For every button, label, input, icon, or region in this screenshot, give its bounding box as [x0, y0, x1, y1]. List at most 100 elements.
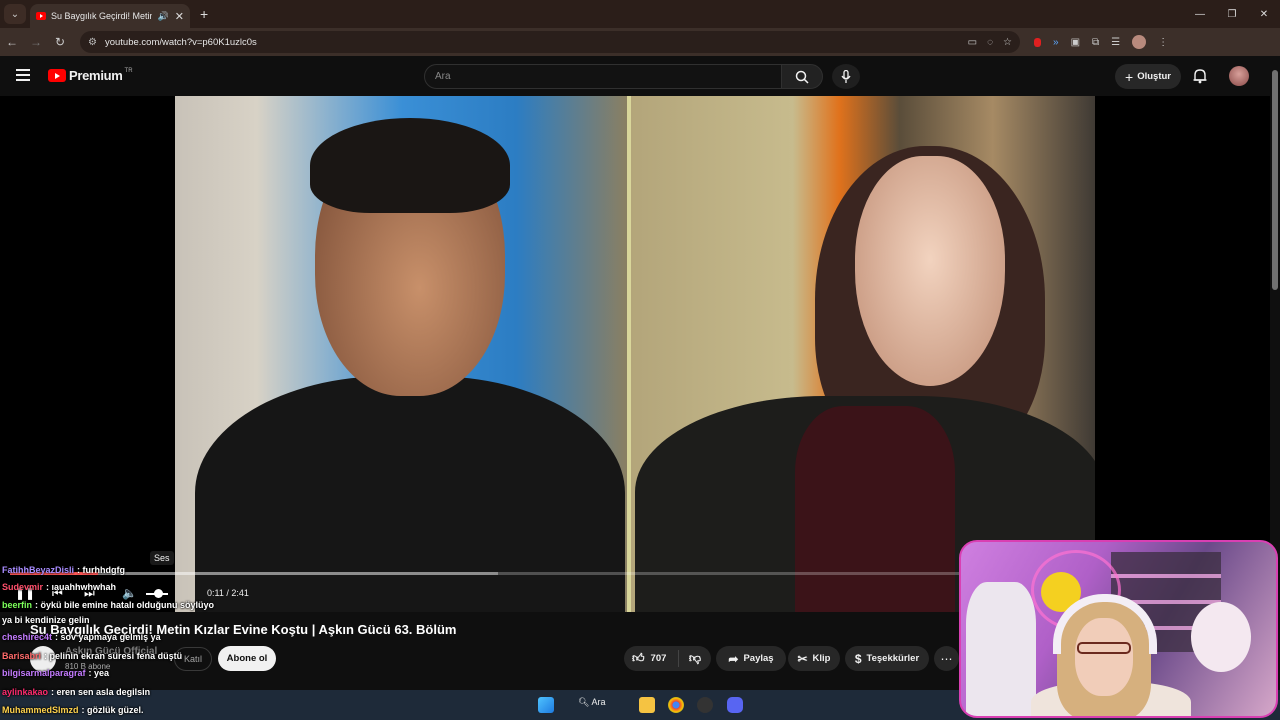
- time-display: 0:11 / 2:41: [207, 588, 249, 598]
- chat-username: aylinkakao: [2, 687, 49, 697]
- new-tab-button[interactable]: +: [200, 6, 208, 22]
- like-button[interactable]: 👍︎ 707: [624, 650, 679, 667]
- browser-tab-bar: ⌄ Su Baygılık Geçirdi! Metin K 🔊 ✕ + — ❐…: [0, 0, 1280, 28]
- translate-extension-icon[interactable]: »: [1053, 37, 1059, 48]
- search-icon: [795, 70, 809, 84]
- chat-message: beerfin: öykü bile emine hatalı olduğunu…: [2, 600, 215, 610]
- url-text: youtube.com/watch?v=p60K1uzlc0s: [104, 36, 257, 48]
- video-person-woman-top: [795, 406, 955, 612]
- minimize-icon[interactable]: —: [1184, 9, 1216, 20]
- site-info-icon[interactable]: ⚙: [88, 37, 97, 48]
- youtube-header: Premium TR Ara + Oluştur: [0, 56, 1280, 96]
- omnibox[interactable]: ⚙ youtube.com/watch?v=p60K1uzlc0s ▭ ◌ ☆: [80, 31, 1020, 53]
- install-app-icon[interactable]: ▭: [968, 37, 977, 48]
- windows-start-icon[interactable]: [538, 697, 554, 713]
- chat-text: furhhdgfg: [82, 565, 126, 575]
- microphone-icon: [841, 69, 851, 83]
- profile-icon[interactable]: [1132, 35, 1147, 49]
- eye-off-icon[interactable]: ◌: [987, 37, 993, 48]
- extension-icon[interactable]: ▣: [1071, 37, 1080, 48]
- subscribe-button[interactable]: Abone ol: [218, 646, 276, 671]
- chat-text: sov yapmaya gelmiş ya: [60, 632, 161, 642]
- account-avatar[interactable]: [1229, 66, 1249, 86]
- discord-icon[interactable]: [727, 697, 743, 713]
- chat-username: Sudevmir: [2, 582, 44, 592]
- share-label: Paylaş: [743, 653, 774, 664]
- scissors-icon: ✂: [797, 651, 808, 666]
- chat-message: Sudevmir: ıauahhwhwhah: [2, 582, 117, 592]
- webcam-unicorn-plush: [1191, 602, 1251, 672]
- back-icon[interactable]: ←: [0, 35, 24, 49]
- share-button[interactable]: ➦ Paylaş: [716, 646, 786, 671]
- youtube-favicon-icon: [36, 12, 46, 20]
- notifications-bell-icon[interactable]: [1193, 68, 1207, 84]
- window-controls: — ❐ ✕: [1184, 0, 1280, 28]
- plus-icon: +: [1125, 68, 1134, 85]
- scrollbar-thumb[interactable]: [1272, 70, 1278, 290]
- extensions-area: » ▣ ⧉ ☰ ⋮: [1034, 35, 1168, 49]
- create-label: Oluştur: [1137, 71, 1171, 82]
- thumbs-down-icon: 👎︎: [688, 651, 702, 665]
- streamer-webcam: [959, 540, 1278, 718]
- country-code: TR: [124, 67, 133, 74]
- recording-extension-icon[interactable]: [1034, 37, 1041, 47]
- volume-tooltip: Ses: [150, 551, 174, 565]
- bookmark-star-icon[interactable]: ☆: [1003, 37, 1012, 48]
- create-button[interactable]: + Oluştur: [1115, 64, 1181, 89]
- search-placeholder: Ara: [435, 71, 451, 82]
- media-control-icon[interactable]: ☰: [1111, 37, 1120, 48]
- tab-close-icon[interactable]: ✕: [175, 10, 184, 23]
- obs-icon[interactable]: [697, 697, 713, 713]
- file-explorer-icon[interactable]: [639, 697, 655, 713]
- tab-search-button[interactable]: ⌄: [4, 4, 26, 24]
- hamburger-menu-icon[interactable]: [16, 69, 30, 81]
- chat-message: cheshirec4t: sov yapmaya gelmiş ya: [2, 632, 161, 642]
- browser-menu-icon[interactable]: ⋮: [1158, 37, 1168, 48]
- chat-message: bilgisarmalparagraf: yea: [2, 668, 110, 678]
- thanks-button[interactable]: $ Teşekkürler: [845, 646, 929, 671]
- chat-text: yea: [94, 668, 110, 678]
- chat-message: MuhammedSlmzd: gözlük güzel.: [2, 705, 144, 715]
- forward-icon[interactable]: →: [24, 35, 48, 49]
- clip-button[interactable]: ✂ Klip: [788, 646, 840, 671]
- split-screen-divider: [627, 96, 631, 612]
- video-player[interactable]: [0, 96, 1270, 612]
- chrome-icon[interactable]: [668, 697, 684, 713]
- chat-username: bilgisarmalparagraf: [2, 668, 86, 678]
- video-person-man-body: [195, 376, 625, 612]
- more-horizontal-icon: ⋯: [940, 651, 953, 666]
- youtube-logo[interactable]: Premium TR: [48, 68, 133, 83]
- more-actions-button[interactable]: ⋯: [934, 646, 959, 671]
- reload-icon[interactable]: ↻: [48, 35, 72, 49]
- super-thanks-icon: $: [854, 651, 862, 666]
- chat-text: öykü bile emine hatalı olduğunu söylüyo: [40, 600, 215, 610]
- puzzle-icon[interactable]: ⧉: [1092, 37, 1099, 48]
- search-input[interactable]: Ara: [424, 64, 782, 89]
- search-button[interactable]: [781, 64, 823, 89]
- voice-search-button[interactable]: [832, 64, 860, 89]
- webcam-chair: [966, 582, 1036, 716]
- tab-audio-icon[interactable]: 🔊: [158, 11, 169, 22]
- chat-message: FatihhBeyazDisli: furhhdgfg: [2, 565, 126, 575]
- volume-icon[interactable]: 🔈: [122, 586, 137, 600]
- share-icon: ➦: [728, 651, 739, 666]
- restore-icon[interactable]: ❐: [1216, 9, 1248, 20]
- video-person-woman-face: [855, 156, 1005, 386]
- chat-text: pelinin ekran süresi fena düştü: [49, 651, 183, 661]
- chat-text: ıauahhwhwhah: [51, 582, 117, 592]
- like-count: 707: [650, 653, 667, 664]
- dislike-button[interactable]: 👎︎: [679, 651, 711, 666]
- close-window-icon[interactable]: ✕: [1248, 9, 1280, 20]
- taskbar-search[interactable]: 🔍︎ Ara: [578, 697, 605, 708]
- screen: ⌄ Su Baygılık Geçirdi! Metin K 🔊 ✕ + — ❐…: [0, 0, 1280, 720]
- like-dislike-group: 👍︎ 707 👎︎: [624, 646, 711, 671]
- video-frame[interactable]: [175, 96, 1095, 612]
- thumbs-up-icon: 👍︎: [632, 651, 645, 665]
- volume-knob[interactable]: [154, 589, 163, 598]
- chat-text: eren sen asla degilsin: [56, 687, 151, 697]
- chat-message: aylinkakao: eren sen asla degilsin: [2, 687, 151, 697]
- browser-tab[interactable]: Su Baygılık Geçirdi! Metin K 🔊 ✕: [30, 4, 190, 28]
- video-person-man-hair: [310, 118, 510, 213]
- chat-text: gözlük güzel.: [87, 705, 144, 715]
- clip-label: Klip: [812, 653, 831, 664]
